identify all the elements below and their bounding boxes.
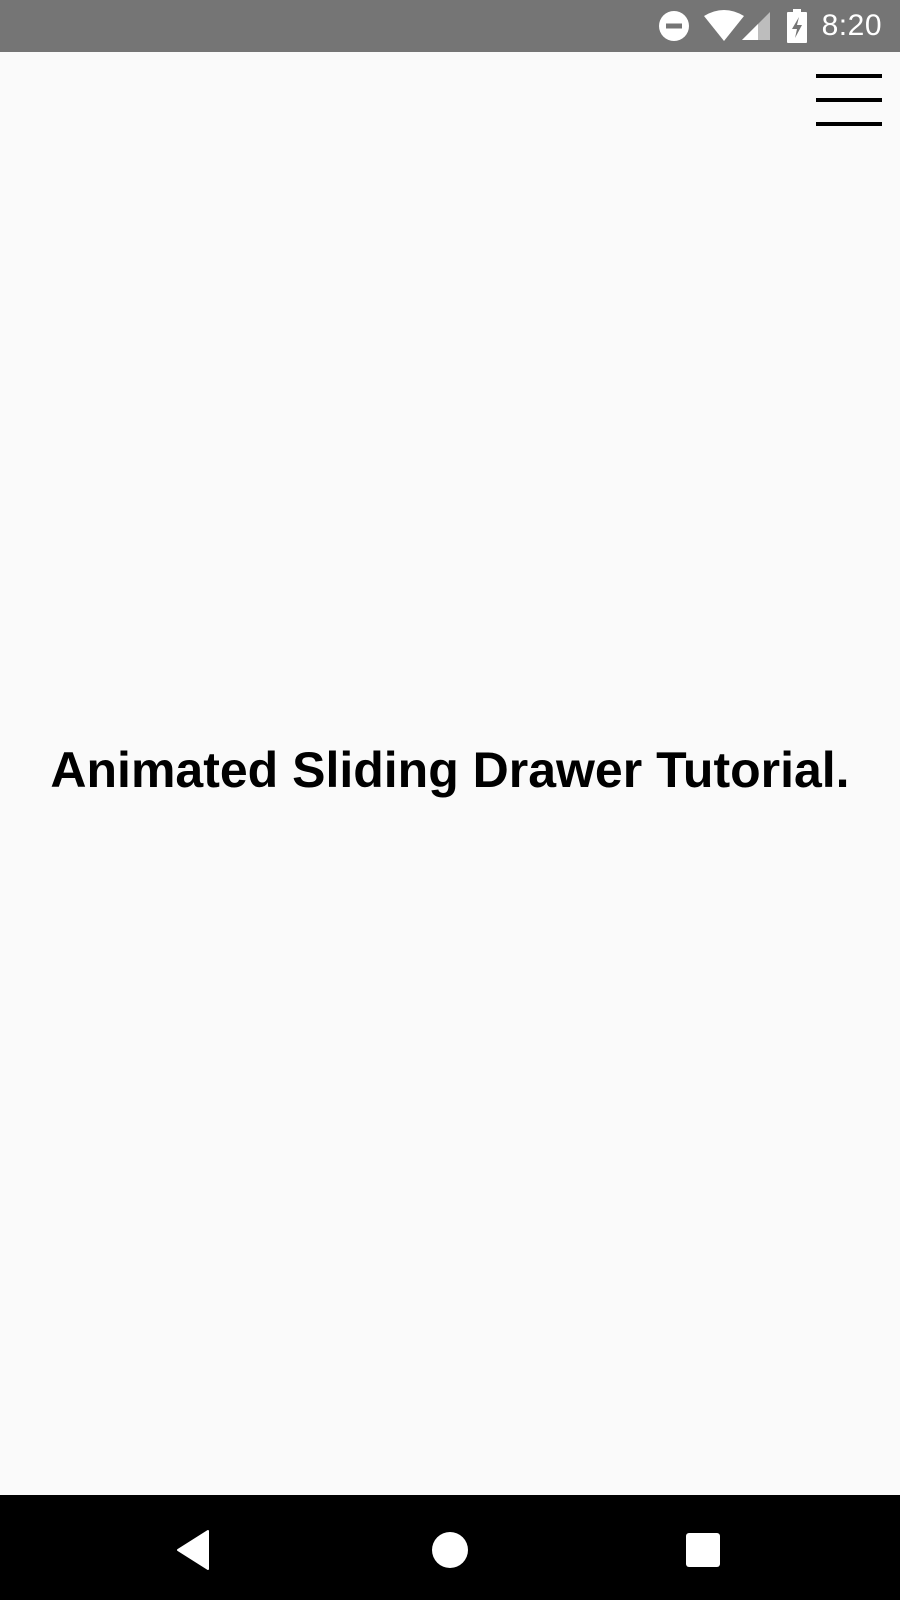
battery-charging-icon	[786, 9, 807, 43]
back-button[interactable]	[172, 1525, 222, 1575]
home-button[interactable]	[425, 1525, 475, 1575]
hamburger-menu-icon	[816, 70, 882, 130]
app-screen: 8:20 Animated Sliding Drawer Tutorial.	[0, 0, 900, 1600]
recents-icon	[686, 1533, 720, 1567]
home-icon	[432, 1532, 468, 1568]
back-icon	[177, 1530, 209, 1570]
wifi-icon	[703, 10, 744, 41]
status-time: 8:20	[821, 9, 882, 42]
hamburger-menu-button[interactable]	[816, 70, 882, 130]
recents-button[interactable]	[678, 1525, 728, 1575]
cellular-signal-icon	[741, 12, 770, 40]
page-title: Animated Sliding Drawer Tutorial.	[50, 742, 850, 798]
navigation-bar	[0, 1495, 900, 1600]
status-bar: 8:20	[0, 0, 900, 52]
do-not-disturb-icon	[658, 11, 689, 41]
